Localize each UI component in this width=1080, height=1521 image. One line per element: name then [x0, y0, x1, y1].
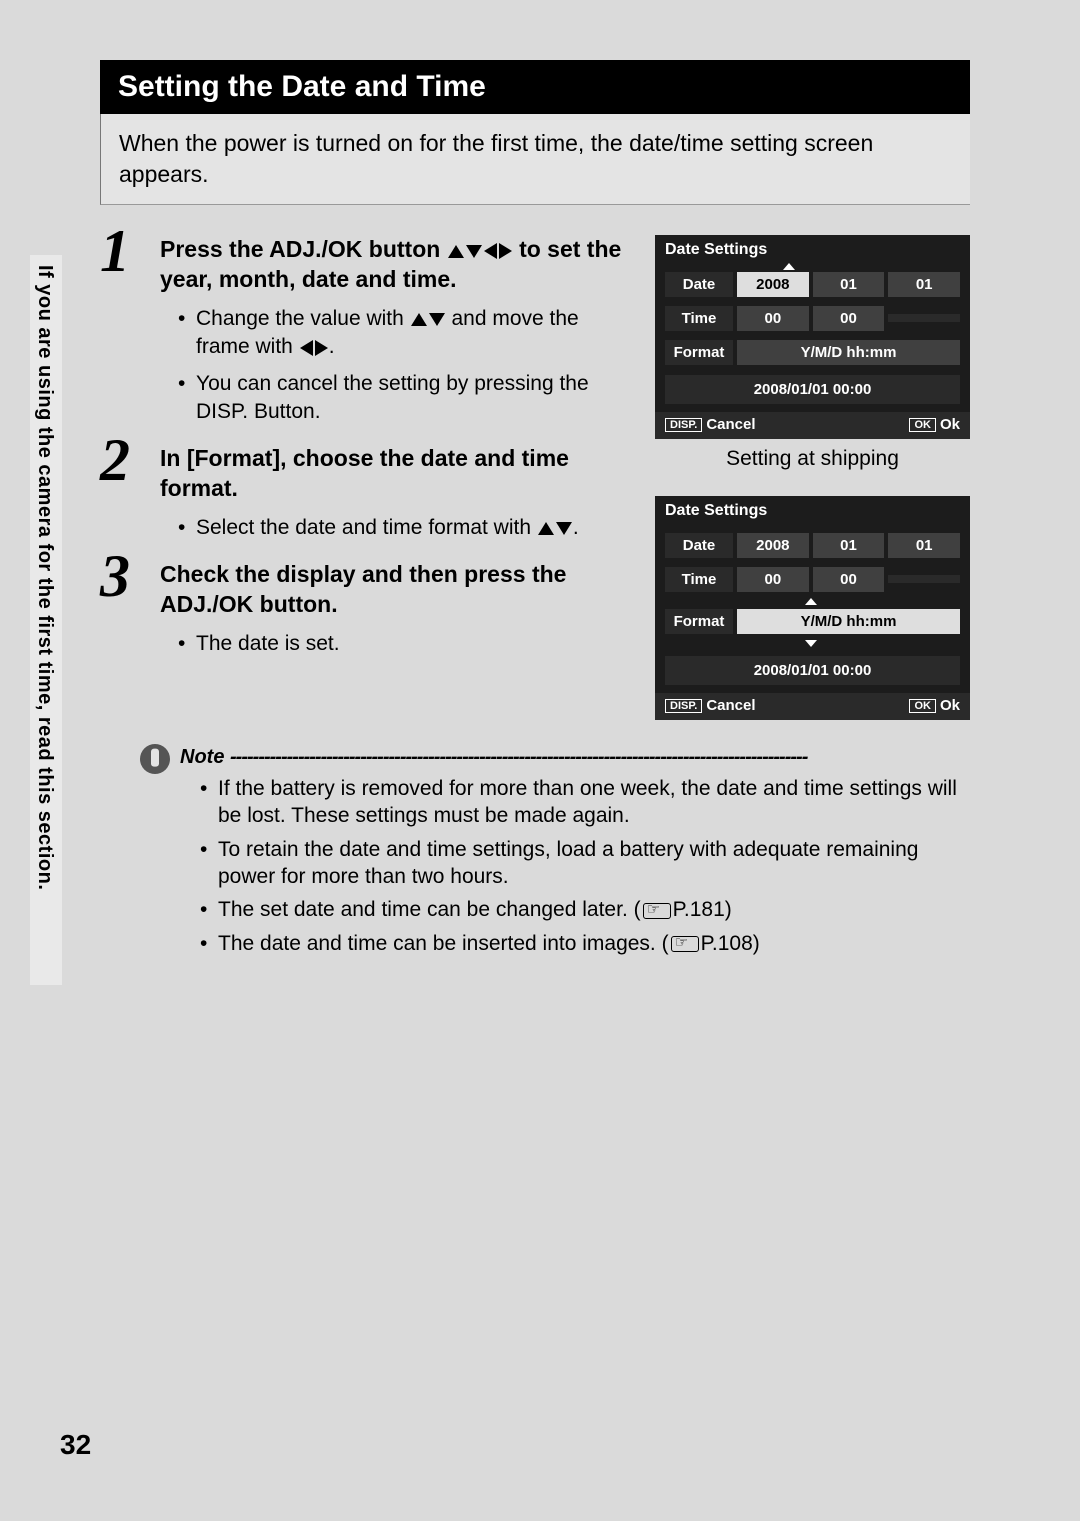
step2-bullet-1: Select the date and time format with .: [178, 514, 635, 542]
up-indicator-icon: [783, 263, 795, 270]
screen-title: Date Settings: [655, 496, 970, 524]
step1-bullet-1: Change the value with and move the frame…: [178, 305, 635, 362]
disp-button-icon: DISP.: [665, 699, 702, 713]
ok-button-icon: OK: [909, 418, 936, 432]
step-2: 2 In [Format], choose the date and time …: [100, 444, 635, 542]
foot-cancel: DISP. Cancel: [665, 416, 756, 433]
note-dashes: ----------------------------------------…: [230, 746, 807, 768]
page-ref-icon: [671, 936, 699, 952]
note-item-2: To retain the date and time settings, lo…: [200, 836, 970, 891]
note-icon: [134, 738, 176, 780]
value-mm: 00: [813, 306, 885, 331]
up-icon: [448, 245, 464, 258]
text: .: [329, 335, 335, 358]
section-title: Setting the Date and Time: [100, 60, 970, 114]
intro-box: When the power is turned on for the firs…: [100, 114, 970, 205]
screen-title: Date Settings: [655, 235, 970, 263]
foot-cancel: DISP. Cancel: [665, 697, 756, 714]
note-item-3: The set date and time can be changed lat…: [200, 896, 970, 923]
value-mm: 00: [813, 567, 885, 592]
step1-head-a: Press the ADJ./OK button: [160, 236, 447, 262]
label-format: Format: [665, 609, 733, 634]
screen-caption: Setting at shipping: [655, 447, 970, 471]
note-heading: Note -----------------------------------…: [180, 746, 970, 769]
value-year: 2008: [737, 533, 809, 558]
step3-bullet-1: The date is set.: [178, 630, 635, 658]
step1-bullet-2: You can cancel the setting by pressing t…: [178, 370, 635, 427]
foot-ok: OK Ok: [909, 416, 960, 433]
value-year: 2008: [737, 272, 809, 297]
page-number: 32: [60, 1429, 91, 1461]
label-time: Time: [665, 306, 733, 331]
value-day: 01: [888, 533, 960, 558]
up-icon: [538, 522, 554, 535]
note-item-1: If the battery is removed for more than …: [200, 775, 970, 830]
cancel-text: Cancel: [706, 416, 755, 433]
text: .: [573, 516, 579, 539]
down-indicator-icon: [805, 640, 817, 647]
value-format: Y/M/D hh:mm: [737, 609, 960, 634]
value-month: 01: [813, 533, 885, 558]
label-date: Date: [665, 533, 733, 558]
label-format: Format: [665, 340, 733, 365]
row-time: Time 00 00: [665, 564, 960, 594]
step-heading: Check the display and then press the ADJ…: [160, 560, 635, 620]
right-icon: [499, 243, 512, 259]
step-3: 3 Check the display and then press the A…: [100, 560, 635, 658]
text: Change the value with: [196, 307, 410, 330]
up-indicator-icon: [805, 598, 817, 605]
right-icon: [315, 340, 328, 356]
value-hh: 00: [737, 306, 809, 331]
row-date: Date 2008 01 01: [665, 269, 960, 299]
sidebar-text: If you are using the camera for the firs…: [33, 265, 56, 890]
screen-shipping: Date Settings Date 2008 01 01 Time 00 00: [655, 235, 970, 439]
down-icon: [429, 313, 445, 326]
row-time: Time 00 00: [665, 303, 960, 333]
note-item-4: The date and time can be inserted into i…: [200, 930, 970, 957]
label-date: Date: [665, 272, 733, 297]
step-number: 3: [100, 542, 130, 611]
cancel-text: Cancel: [706, 697, 755, 714]
label-time: Time: [665, 567, 733, 592]
preview-line: 2008/01/01 00:00: [665, 375, 960, 404]
note-block: Note -----------------------------------…: [140, 746, 970, 957]
text: P.108): [701, 932, 760, 955]
text: Select the date and time format with: [196, 516, 537, 539]
ok-button-icon: OK: [909, 699, 936, 713]
step-1: 1 Press the ADJ./OK button to set the ye…: [100, 235, 635, 426]
screen-format: Date Settings Date 2008 01 01 Time 00 00: [655, 496, 970, 720]
text: The date and time can be inserted into i…: [218, 932, 669, 955]
value-month: 01: [813, 272, 885, 297]
text: The set date and time can be changed lat…: [218, 898, 641, 921]
foot-ok: OK Ok: [909, 697, 960, 714]
value-day: 01: [888, 272, 960, 297]
step-number: 1: [100, 217, 130, 286]
step-heading: Press the ADJ./OK button to set the year…: [160, 235, 635, 295]
down-icon: [556, 522, 572, 535]
ok-text: Ok: [940, 697, 960, 714]
value-hh: 00: [737, 567, 809, 592]
note-label: Note: [180, 746, 224, 768]
row-format: Format Y/M/D hh:mm: [665, 606, 960, 636]
page-ref-icon: [643, 903, 671, 919]
step-number: 2: [100, 426, 130, 495]
value-format: Y/M/D hh:mm: [737, 340, 960, 365]
text: P.181): [673, 898, 732, 921]
disp-button-icon: DISP.: [665, 418, 702, 432]
preview-line: 2008/01/01 00:00: [665, 656, 960, 685]
value-empty: [888, 575, 960, 583]
row-date: Date 2008 01 01: [665, 530, 960, 560]
value-empty: [888, 314, 960, 322]
left-icon: [484, 243, 497, 259]
down-icon: [466, 245, 482, 258]
up-icon: [411, 313, 427, 326]
row-format: Format Y/M/D hh:mm: [665, 337, 960, 367]
left-icon: [300, 340, 313, 356]
ok-text: Ok: [940, 416, 960, 433]
step-heading: In [Format], choose the date and time fo…: [160, 444, 635, 504]
